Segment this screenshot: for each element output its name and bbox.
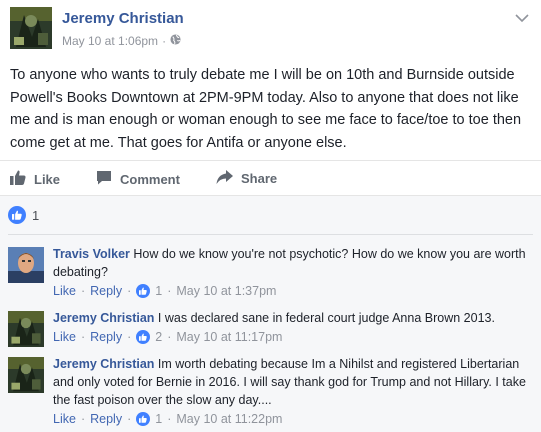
- meta-separator: ·: [80, 330, 86, 344]
- comment-like-count[interactable]: 1: [155, 284, 162, 298]
- comment-body: I was declared sane in federal court jud…: [157, 311, 495, 325]
- post-body-text: To anyone who wants to truly debate me I…: [10, 67, 522, 151]
- like-button-label: Like: [34, 171, 61, 187]
- comment-button-label: Comment: [120, 171, 180, 187]
- post-timestamp[interactable]: May 10 at 1:06pm: [62, 34, 158, 48]
- comment-reply-link[interactable]: Reply: [90, 330, 122, 344]
- like-reaction-icon: [136, 284, 151, 298]
- globe-icon[interactable]: [170, 34, 181, 48]
- commenter-avatar[interactable]: [8, 357, 44, 393]
- author-avatar[interactable]: [10, 7, 52, 49]
- meta-separator: ·: [167, 284, 172, 298]
- comment-like-link[interactable]: Like: [53, 284, 76, 298]
- commenter-avatar[interactable]: [8, 311, 44, 347]
- like-reaction-icon: [8, 206, 26, 224]
- comment-text: Jeremy Christian I was declared sane in …: [53, 309, 533, 327]
- like-reaction-icon: [136, 330, 151, 344]
- meta-separator: ·: [162, 34, 167, 48]
- speech-bubble-icon: [96, 170, 112, 188]
- chevron-down-icon[interactable]: [515, 10, 529, 23]
- comment-reply-link[interactable]: Reply: [90, 284, 122, 298]
- commenter-name[interactable]: Jeremy Christian: [53, 357, 154, 371]
- meta-separator: ·: [127, 330, 132, 344]
- meta-separator: ·: [127, 412, 132, 426]
- facebook-post: Jeremy Christian May 10 at 1:06pm · To a…: [0, 0, 541, 432]
- meta-separator: ·: [127, 284, 132, 298]
- comment-meta: Like · Reply · 1 · May 10 at 11:22pm: [53, 412, 282, 426]
- comment-like-link[interactable]: Like: [53, 330, 76, 344]
- commenter-name[interactable]: Jeremy Christian: [53, 311, 154, 325]
- post-author-name[interactable]: Jeremy Christian: [62, 10, 184, 27]
- like-reaction-icon: [136, 412, 151, 426]
- meta-separator: ·: [80, 412, 86, 426]
- meta-separator: ·: [167, 330, 172, 344]
- comment-reply-link[interactable]: Reply: [90, 412, 122, 426]
- commenter-avatar[interactable]: [8, 247, 44, 283]
- comment-meta: Like · Reply · 2 · May 10 at 11:17pm: [53, 330, 282, 344]
- comment-like-link[interactable]: Like: [53, 412, 76, 426]
- share-button-label: Share: [241, 171, 278, 186]
- comment-timestamp[interactable]: May 10 at 11:17pm: [176, 330, 282, 344]
- meta-separator: ·: [167, 412, 172, 426]
- like-button[interactable]: Like: [10, 170, 60, 188]
- comment-button[interactable]: Comment: [96, 170, 180, 188]
- comment-like-count[interactable]: 1: [155, 412, 162, 426]
- comment-text: Jeremy Christian Im worth debating becau…: [53, 355, 533, 409]
- thumbs-up-icon: [10, 170, 26, 188]
- divider: [8, 234, 533, 235]
- share-button[interactable]: Share: [216, 170, 277, 187]
- post-meta: May 10 at 1:06pm ·: [62, 34, 181, 48]
- comment-timestamp[interactable]: May 10 at 11:22pm: [176, 412, 282, 426]
- comment-meta: Like · Reply · 1 · May 10 at 1:37pm: [53, 284, 276, 298]
- action-bar: Like Comment Share: [0, 160, 541, 196]
- comment-timestamp[interactable]: May 10 at 1:37pm: [176, 284, 276, 298]
- comment-text: Travis Volker How do we know you're not …: [53, 245, 533, 281]
- commenter-name[interactable]: Travis Volker: [53, 247, 130, 261]
- reaction-count: 1: [32, 207, 40, 223]
- meta-separator: ·: [80, 284, 86, 298]
- reaction-summary[interactable]: 1: [8, 206, 39, 224]
- share-arrow-icon: [216, 170, 233, 187]
- comment-like-count[interactable]: 2: [155, 330, 162, 344]
